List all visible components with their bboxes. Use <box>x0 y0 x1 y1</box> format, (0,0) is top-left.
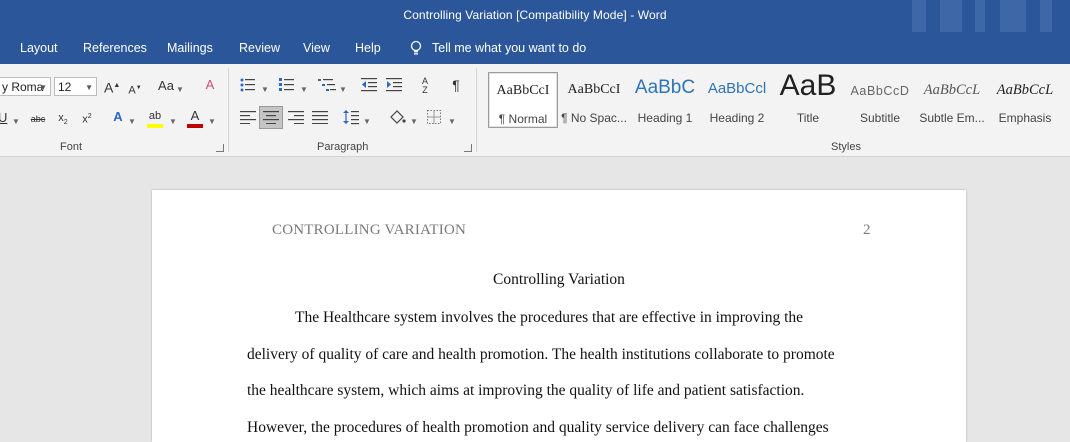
page-number: 2 <box>863 222 871 238</box>
chevron-down-icon[interactable]: ▼ <box>176 82 184 98</box>
chevron-down-icon[interactable]: ▼ <box>448 114 456 130</box>
style-subtle-emphasis[interactable]: AaBbCcL Subtle Em... <box>917 72 987 128</box>
numbering-icon[interactable] <box>279 78 295 92</box>
style-preview: AaBbCcL <box>996 82 1054 98</box>
ribbon-tab-bar: Layout References Mailings Review View H… <box>0 32 1070 64</box>
style-preview: AaBbCcL <box>923 82 981 98</box>
style-preview: AaBbCcl <box>707 80 767 97</box>
style-heading-2[interactable]: AaBbCcl Heading 2 <box>702 72 772 128</box>
increase-indent-icon[interactable] <box>386 78 402 92</box>
font-size-combo[interactable]: 12 ▼ <box>54 77 97 96</box>
style-preview: AaBbCcI <box>496 83 550 98</box>
grow-font-icon[interactable]: A▲ <box>104 78 120 96</box>
style-preview: AaBbCcD <box>850 84 910 98</box>
window-title: Controlling Variation [Compatibility Mod… <box>403 8 667 22</box>
paragraph-group-label: Paragraph <box>317 141 369 153</box>
tell-me-search[interactable]: Tell me what you want to do <box>410 40 586 56</box>
tab-mailings[interactable]: Mailings <box>167 41 213 55</box>
superscript-icon[interactable]: x2 <box>79 109 95 128</box>
align-right-icon[interactable] <box>288 111 304 124</box>
chevron-down-icon[interactable]: ▼ <box>12 114 20 130</box>
document-title: Controlling Variation <box>493 271 625 288</box>
tell-me-label: Tell me what you want to do <box>432 41 587 55</box>
highlight-icon[interactable]: ab <box>146 108 164 124</box>
bullets-icon[interactable] <box>240 78 256 92</box>
style-heading-1[interactable]: AaBbC Heading 1 <box>630 72 700 128</box>
style-name: ¶ Normal <box>498 112 548 126</box>
chevron-down-icon[interactable]: ▼ <box>169 114 177 130</box>
font-name-combo[interactable]: y Roma ▼ <box>0 77 51 96</box>
subscript-icon[interactable]: x2 <box>55 110 71 131</box>
style-subtitle[interactable]: AaBbCcD Subtitle <box>845 72 915 128</box>
lightbulb-icon <box>410 40 422 55</box>
tab-help[interactable]: Help <box>355 41 381 55</box>
style-normal[interactable]: AaBbCcI ¶ Normal <box>488 72 558 128</box>
style-name: Heading 2 <box>709 111 765 125</box>
group-separator <box>476 68 477 152</box>
strikethrough-icon[interactable]: abc <box>30 111 46 127</box>
style-name: ¶ No Spac... <box>561 111 627 125</box>
styles-group-label: Styles <box>831 141 861 153</box>
body-text-line: delivery of quality of care and health p… <box>247 346 835 363</box>
running-header: CONTROLLING VARIATION <box>272 222 467 238</box>
style-name: Subtle Em... <box>919 111 985 125</box>
style-title[interactable]: AaB Title <box>773 69 843 128</box>
sort-icon[interactable]: AZ <box>416 77 434 95</box>
style-no-spacing[interactable]: AaBbCcI ¶ No Spac... <box>559 72 629 128</box>
underline-icon[interactable]: U <box>0 110 7 126</box>
style-preview: AaB <box>779 69 837 102</box>
style-name: Title <box>796 111 820 125</box>
ribbon: y Roma ▼ 12 ▼ A▲ A▼ Aa ▼ A U ▼ abc x2 x2… <box>0 64 1070 157</box>
clear-formatting-icon[interactable]: A <box>200 77 220 93</box>
change-case-icon[interactable]: Aa <box>156 78 176 94</box>
decrease-indent-icon[interactable] <box>361 78 377 92</box>
font-dialog-launcher-icon[interactable] <box>216 144 224 152</box>
styles-gallery: AaBbCcI ¶ Normal AaBbCcI ¶ No Spac... Aa… <box>485 69 1070 130</box>
font-color-swatch <box>187 124 203 128</box>
align-center-button[interactable] <box>259 106 283 129</box>
paragraph-dialog-launcher-icon[interactable] <box>464 144 472 152</box>
chevron-down-icon[interactable]: ▼ <box>300 82 308 98</box>
body-text-line: the healthcare system, which aims at imp… <box>247 382 805 399</box>
tab-review[interactable]: Review <box>239 41 280 55</box>
align-left-icon[interactable] <box>240 111 256 124</box>
style-name: Emphasis <box>998 111 1052 125</box>
body-text-line: The Healthcare system involves the proce… <box>295 309 804 326</box>
font-color-icon[interactable]: A <box>187 108 203 124</box>
align-center-icon <box>263 111 279 124</box>
highlight-color-swatch <box>147 124 163 128</box>
font-name-value: y Roma <box>2 80 44 94</box>
chevron-down-icon[interactable]: ▼ <box>261 82 269 98</box>
justify-icon[interactable] <box>312 111 328 124</box>
show-formatting-marks-icon[interactable]: ¶ <box>449 77 463 93</box>
chevron-down-icon: ▼ <box>39 83 47 92</box>
chevron-down-icon[interactable]: ▼ <box>363 114 371 130</box>
font-size-value: 12 <box>58 80 72 94</box>
document-page[interactable]: CONTROLLING VARIATION 2 Controlling Vari… <box>152 190 966 442</box>
tab-layout[interactable]: Layout <box>20 41 58 55</box>
text-effects-icon[interactable]: A <box>110 109 126 125</box>
borders-icon[interactable] <box>427 110 441 124</box>
shrink-font-icon[interactable]: A▼ <box>128 80 142 99</box>
tab-view[interactable]: View <box>303 41 330 55</box>
chevron-down-icon: ▼ <box>85 83 93 92</box>
line-spacing-icon[interactable] <box>343 109 359 125</box>
tab-references[interactable]: References <box>83 41 147 55</box>
chevron-down-icon[interactable]: ▼ <box>208 114 216 130</box>
title-bar: Controlling Variation [Compatibility Mod… <box>0 0 1070 32</box>
style-name: Subtitle <box>859 111 901 125</box>
style-name: Heading 1 <box>637 111 693 125</box>
chevron-down-icon[interactable]: ▼ <box>410 114 418 130</box>
group-separator <box>228 68 229 152</box>
multilevel-list-icon[interactable] <box>318 78 336 92</box>
style-emphasis[interactable]: AaBbCcL Emphasis <box>990 72 1060 128</box>
chevron-down-icon[interactable]: ▼ <box>339 82 347 98</box>
font-group-label: Font <box>60 141 83 153</box>
style-preview: AaBbC <box>634 77 696 98</box>
body-text-line: However, the procedures of health promot… <box>247 419 829 436</box>
chevron-down-icon[interactable]: ▼ <box>128 114 136 130</box>
shading-icon[interactable] <box>388 108 406 126</box>
style-preview: AaBbCcI <box>567 82 621 97</box>
